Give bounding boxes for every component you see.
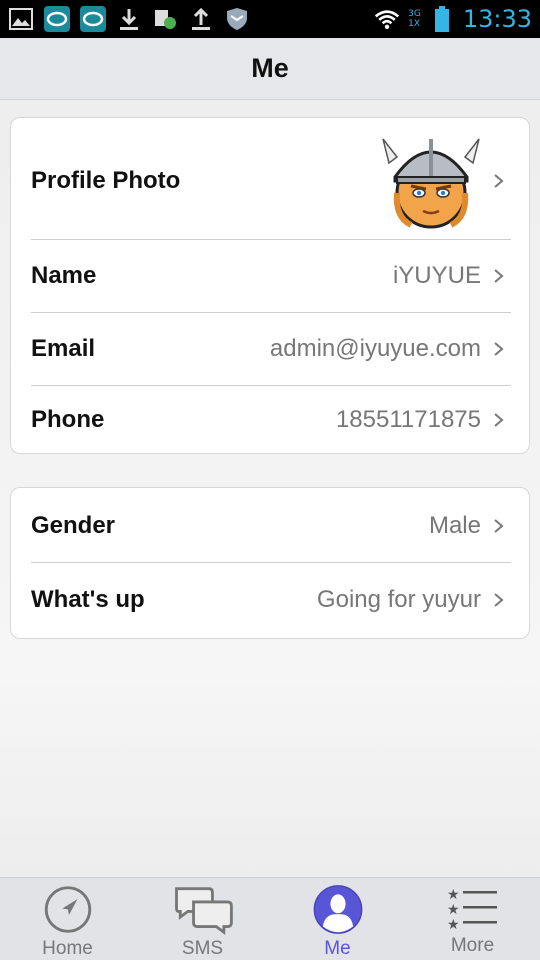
svg-text:★: ★ (447, 887, 460, 903)
tab-sms[interactable]: SMS (135, 878, 270, 960)
avatar (381, 133, 481, 229)
gallery-icon (8, 6, 34, 32)
upload-icon (188, 6, 214, 32)
app-notification-icon (80, 6, 106, 32)
tab-label: SMS (181, 938, 224, 959)
title-bar: Me (0, 38, 540, 100)
clock: 13:33 (462, 5, 532, 33)
email-label: Email (31, 335, 96, 362)
gender-value: Male (428, 512, 481, 539)
tab-label: More (450, 935, 495, 956)
phone-value: 18551171875 (335, 406, 481, 433)
svg-text:★: ★ (447, 917, 460, 933)
profile-photo-label: Profile Photo (31, 167, 181, 194)
gender-row[interactable]: Gender Male (31, 490, 511, 562)
email-value: admin@iyuyue.com (269, 335, 481, 362)
details-card: Gender Male What's up Going for yuyur (10, 487, 530, 639)
chevron-right-icon (494, 593, 504, 607)
name-label: Name (31, 262, 97, 289)
phone-row[interactable]: Phone 18551171875 (31, 386, 511, 454)
email-row[interactable]: Email admin@iyuyue.com (31, 313, 511, 385)
download-icon (116, 6, 142, 32)
tab-home[interactable]: Home (0, 878, 135, 960)
sync-icon (152, 6, 178, 32)
profile-card: Profile Photo Name iYUYUE Email admin@iy… (10, 117, 530, 454)
whats-up-row[interactable]: What's up Going for yuyur (31, 563, 511, 637)
chevron-right-icon (494, 519, 504, 533)
compass-icon (44, 886, 91, 933)
chevron-right-icon (494, 174, 504, 188)
status-bar: 3G 1X 13:33 (0, 0, 540, 38)
phone-label: Phone (31, 406, 105, 433)
person-icon (313, 885, 362, 934)
network-indicator: 3G 1X (408, 9, 421, 29)
name-row[interactable]: Name iYUYUE (31, 240, 511, 312)
tab-bar: Home SMS Me ★ ★ ★ More (0, 877, 540, 960)
gender-label: Gender (31, 512, 116, 539)
page-title: Me (251, 53, 289, 83)
list-icon: ★ ★ ★ (447, 887, 497, 933)
chevron-right-icon (494, 342, 504, 356)
chevron-right-icon (494, 269, 504, 283)
tab-me[interactable]: Me (270, 878, 405, 960)
tab-label: Home (42, 938, 93, 959)
whats-up-value: Going for yuyur (316, 586, 481, 613)
battery-icon (429, 6, 455, 32)
wifi-icon (374, 6, 400, 32)
name-value: iYUYUE (392, 262, 481, 289)
shield-icon (224, 6, 250, 32)
tab-more[interactable]: ★ ★ ★ More (405, 878, 540, 960)
svg-text:★: ★ (447, 902, 460, 918)
app-notification-icon (44, 6, 70, 32)
profile-photo-row[interactable]: Profile Photo (31, 124, 511, 238)
chevron-right-icon (494, 413, 504, 427)
chat-bubbles-icon (174, 887, 233, 936)
tab-label: Me (324, 938, 351, 959)
whats-up-label: What's up (31, 586, 145, 613)
